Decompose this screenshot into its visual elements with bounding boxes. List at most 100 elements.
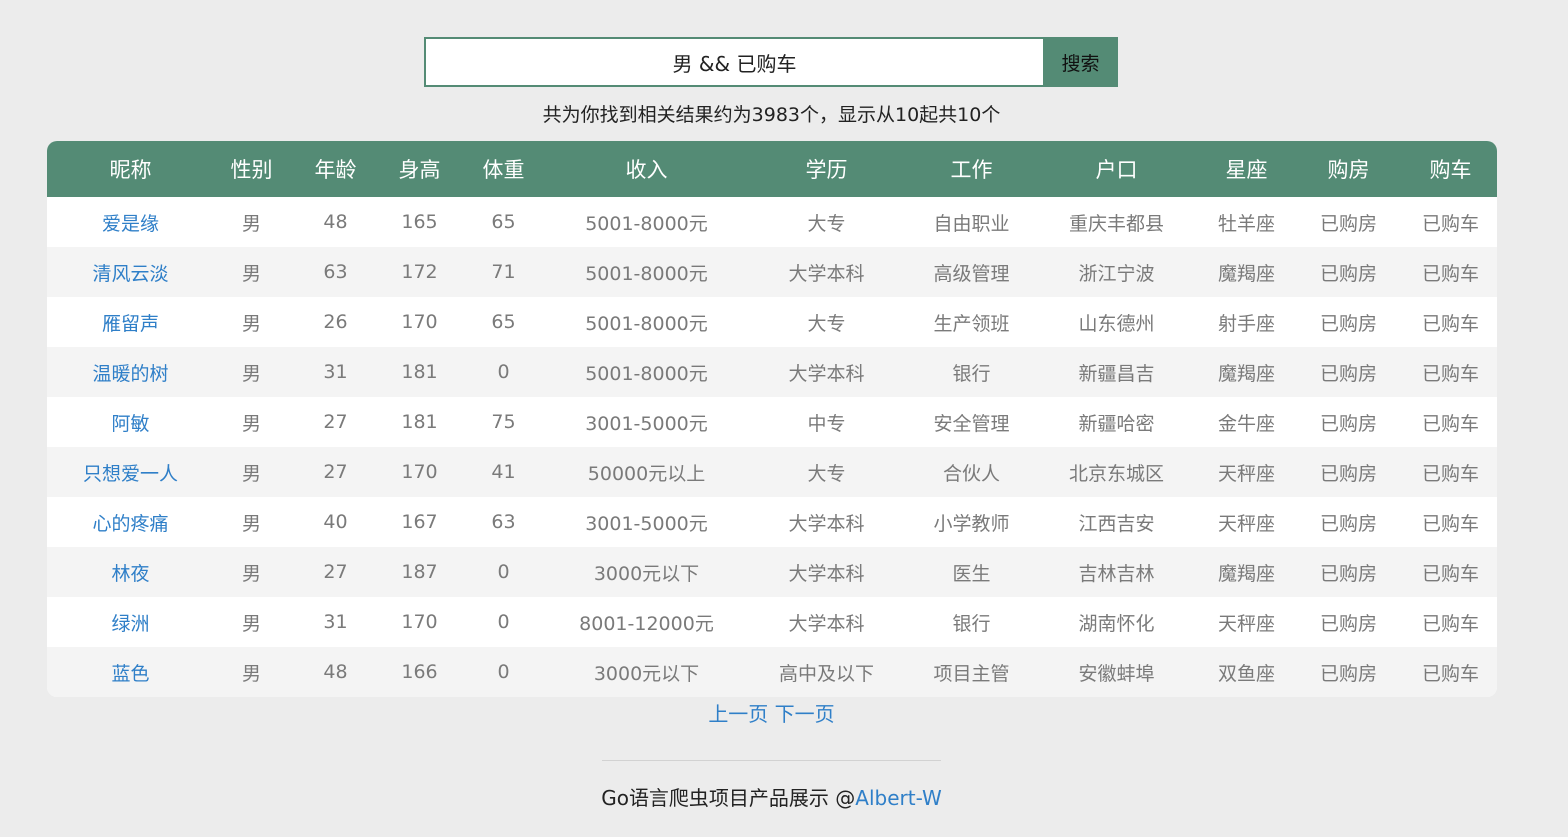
cell-income: 3001-5000元 <box>585 412 708 435</box>
cell-income: 5001-8000元 <box>585 312 708 335</box>
cell-nickname: 温暖的树 <box>47 347 214 397</box>
profile-link[interactable]: 蓝色 <box>111 663 149 685</box>
cell-income: 3001-5000元 <box>585 512 708 535</box>
cell-age: 63 <box>323 261 348 283</box>
table-row: 温暖的树 男 31 181 0 5001-8000元 大学本科 银行 新疆昌吉 魔羯座 已购房 已购车 <box>47 347 1497 397</box>
cell-gender: 男 <box>241 562 261 585</box>
cell-zodiac: 双鱼座 <box>1217 662 1275 685</box>
profile-link[interactable]: 绿洲 <box>111 613 149 635</box>
cell-gender: 男 <box>241 412 261 435</box>
cell-education: 大学本科 <box>788 612 865 635</box>
cell-gender: 男 <box>241 262 261 285</box>
cell-house: 已购房 <box>1319 462 1377 485</box>
search-button[interactable]: 搜索 <box>1043 37 1118 87</box>
cell-education: 大学本科 <box>788 362 865 385</box>
cell-income: 5001-8000元 <box>585 362 708 385</box>
cell-car: 已购车 <box>1421 662 1479 685</box>
cell-house: 已购房 <box>1319 312 1377 335</box>
cell-house: 已购房 <box>1319 212 1377 235</box>
cell-gender: 男 <box>241 612 261 635</box>
cell-income: 5001-8000元 <box>585 212 708 235</box>
table-row: 雁留声 男 26 170 65 5001-8000元 大专 生产领班 山东德州 射手座 已购房 已购车 <box>47 297 1497 347</box>
cell-house: 已购房 <box>1319 512 1377 535</box>
cell-age: 27 <box>323 411 348 433</box>
cell-education: 高中及以下 <box>778 662 874 685</box>
cell-gender: 男 <box>241 312 261 335</box>
next-page-link[interactable]: 下一页 <box>775 702 835 726</box>
header-education: 学历 <box>805 158 848 182</box>
cell-house: 已购房 <box>1319 662 1377 685</box>
cell-age: 27 <box>323 561 348 583</box>
profile-link[interactable]: 阿敏 <box>111 413 149 435</box>
cell-occupation: 合伙人 <box>942 462 1000 485</box>
search-input[interactable] <box>424 37 1043 87</box>
cell-age: 27 <box>323 461 348 483</box>
cell-weight: 65 <box>491 211 516 233</box>
cell-hukou: 新疆哈密 <box>1078 412 1155 435</box>
cell-hukou: 江西吉安 <box>1078 512 1155 535</box>
footer: Go语言爬虫项目产品展示 @Albert-W <box>0 782 1543 811</box>
cell-age: 31 <box>323 361 348 383</box>
profile-link[interactable]: 雁留声 <box>102 313 159 335</box>
cell-nickname: 阿敏 <box>47 397 214 447</box>
cell-hukou: 北京东城区 <box>1068 462 1164 485</box>
table-body: 爱是缘男 48 165 65 5001-8000元 大专 自由职业 重庆丰都县 牡羊座 已购房 已购… <box>47 197 1497 697</box>
cell-zodiac: 金牛座 <box>1217 412 1275 435</box>
cell-height: 172 <box>401 261 438 283</box>
footer-divider <box>602 760 941 761</box>
cell-hukou: 吉林吉林 <box>1078 562 1155 585</box>
cell-age: 40 <box>323 511 348 533</box>
cell-occupation: 高级管理 <box>933 262 1010 285</box>
author-link[interactable]: Albert-W <box>855 786 941 810</box>
profile-link[interactable]: 清风云淡 <box>92 263 168 285</box>
profile-link[interactable]: 心的疼痛 <box>92 513 168 535</box>
cell-zodiac: 牡羊座 <box>1217 212 1275 235</box>
cell-weight: 75 <box>491 411 516 433</box>
profile-link[interactable]: 爱是缘 <box>102 213 159 235</box>
cell-car: 已购车 <box>1421 362 1479 385</box>
table-row: 绿洲 男 31 170 0 8001-12000元 大学本科 银行 湖南怀化 天秤座 已购房 已购车 <box>47 597 1497 647</box>
cell-gender: 男 <box>241 462 261 485</box>
cell-income: 3000元以下 <box>593 662 700 685</box>
results-table-container: 昵称 性别 年龄 身高 体重 收入 学历 工作 户口 星座 购房 购车 爱是缘男… <box>47 141 1497 697</box>
cell-nickname: 蓝色 <box>47 647 214 697</box>
cell-car: 已购车 <box>1421 412 1479 435</box>
cell-occupation: 小学教师 <box>933 512 1010 535</box>
profile-link[interactable]: 温暖的树 <box>92 363 168 385</box>
header-occupation: 工作 <box>950 158 993 182</box>
cell-nickname: 雁留声 <box>47 297 214 347</box>
cell-occupation: 银行 <box>952 362 991 385</box>
cell-car: 已购车 <box>1421 562 1479 585</box>
cell-nickname: 爱是缘 <box>47 197 214 247</box>
cell-house: 已购房 <box>1319 362 1377 385</box>
cell-occupation: 生产领班 <box>933 312 1010 335</box>
prev-page-link[interactable]: 上一页 <box>708 702 768 726</box>
cell-hukou: 重庆丰都县 <box>1068 212 1164 235</box>
cell-nickname: 绿洲 <box>47 597 214 647</box>
cell-weight: 41 <box>491 461 516 483</box>
cell-nickname: 林夜 <box>47 547 214 597</box>
table-row: 爱是缘 男 48 165 65 5001-8000元 大专 自由职业 重庆丰都县 牡羊座 已购房 已购… <box>47 197 1497 247</box>
cell-zodiac: 魔羯座 <box>1217 362 1275 385</box>
result-summary: 共为你找到相关结果约为3983个，显示从10起共10个 <box>542 104 1001 126</box>
cell-weight: 0 <box>497 561 510 583</box>
cell-height: 170 <box>401 611 438 633</box>
cell-height: 170 <box>401 461 438 483</box>
cell-car: 已购车 <box>1421 512 1479 535</box>
cell-house: 已购房 <box>1319 412 1377 435</box>
cell-height: 181 <box>401 361 438 383</box>
cell-income: 8001-12000元 <box>579 612 714 635</box>
table-row: 只想爱一人 男 27 170 41 50000元以上 大专 合伙人 北京东城区 天秤座 已购房 已购车 <box>47 447 1497 497</box>
header-hukou: 户口 <box>1095 158 1138 182</box>
cell-zodiac: 魔羯座 <box>1217 562 1275 585</box>
header-car: 购车 <box>1429 158 1472 182</box>
table-header-row: 昵称 性别 年龄 身高 体重 收入 学历 工作 户口 星座 购房 购车 <box>47 141 1497 197</box>
cell-car: 已购车 <box>1421 612 1479 635</box>
profile-link[interactable]: 林夜 <box>111 563 149 585</box>
cell-nickname: 只想爱一人 <box>47 447 214 497</box>
header-house: 购房 <box>1327 158 1370 182</box>
cell-education: 大学本科 <box>788 512 865 535</box>
cell-gender: 男 <box>241 212 261 235</box>
profile-link[interactable]: 只想爱一人 <box>83 463 178 485</box>
table-row: 清风云淡 男 63 172 71 5001-8000元 大学本科 高级管理 浙江宁波 魔羯座 已购房… <box>47 247 1497 297</box>
